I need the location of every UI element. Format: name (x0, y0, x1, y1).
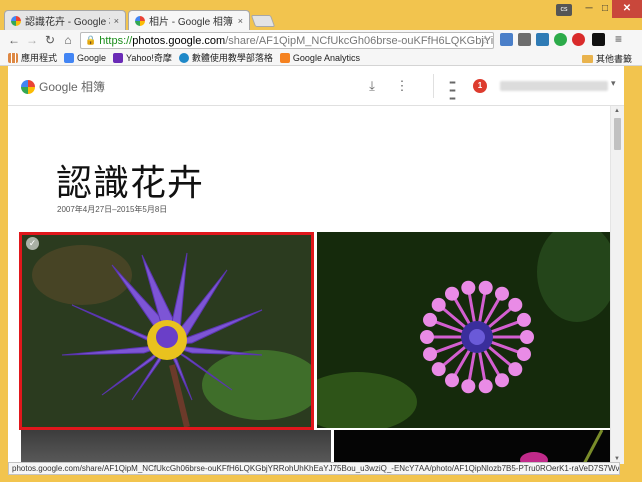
daisy-image (317, 232, 610, 428)
tab-title: 認識花卉 - Google 相簿 (25, 17, 110, 28)
close-tab-icon[interactable]: × (238, 16, 243, 26)
bookmark-label: 應用程式 (21, 53, 58, 63)
bottom-right-image (520, 430, 604, 464)
selected-check-icon[interactable]: ✓ (26, 237, 39, 250)
account-email-blurred[interactable] (500, 81, 608, 91)
close-tab-icon[interactable]: × (114, 16, 119, 26)
bookmark-apps[interactable]: 應用程式 (8, 51, 57, 64)
bookmark-label: Google Analytics (292, 52, 360, 63)
appbar-divider (433, 74, 434, 98)
bookmark-blog[interactable]: 數體使用教學部落格 (178, 51, 273, 64)
photos-favicon-icon (11, 15, 21, 26)
pinwheel-icon (21, 79, 35, 94)
analytics-icon (279, 52, 290, 63)
folder-icon (581, 54, 593, 63)
apps-grid-icon[interactable]: ▪▪▪ ▪▪▪ ▪▪▪ (444, 79, 460, 103)
google-g-icon (64, 52, 75, 63)
home-icon[interactable]: ⌂ (60, 32, 76, 48)
page-scrollbar[interactable]: ▲ ▼ (610, 106, 624, 464)
logo-text: Google 相簿 (39, 80, 106, 94)
water-lily-image (22, 235, 311, 427)
chrome-menu-icon[interactable]: ≡ (612, 33, 625, 46)
bookmark-star-icon[interactable]: ☆ (480, 33, 491, 47)
blog-icon (178, 52, 189, 63)
bookmark-google[interactable]: Google (64, 52, 107, 63)
download-icon[interactable]: ⤓ (364, 78, 380, 94)
green-extension-icon[interactable] (554, 33, 567, 46)
black-extension-icon[interactable] (592, 33, 605, 46)
tab-photo[interactable]: 相片 - Google 相簿 × (128, 10, 250, 30)
photos-favicon-icon (135, 15, 145, 26)
url-path: /share/AF1QipM_NCfUkcGh06brse-ouKFfH6LQK… (225, 34, 494, 47)
bookmark-analytics[interactable]: Google Analytics (279, 52, 360, 63)
url-host: photos.google.com (132, 34, 226, 47)
photos-app-bar: Google 相簿 ⤓ ⋮ ▪▪▪ ▪▪▪ ▪▪▪ 1 ▾ (8, 66, 624, 106)
lock-icon: 🔒 (85, 35, 97, 45)
maximize-button[interactable]: □ (598, 0, 612, 18)
yahoo-icon (113, 52, 124, 63)
bookmark-label: Yahoo!奇摩 (126, 53, 172, 63)
other-bookmarks[interactable]: 其他書籤 (581, 52, 632, 65)
back-icon[interactable]: ← (6, 32, 22, 48)
screenshot-extension-icon[interactable] (536, 33, 549, 46)
close-window-button[interactable]: ✕ (612, 0, 642, 18)
album-date-range: 2007年4月27日–2015年5月8日 (57, 205, 168, 214)
red-extension-icon[interactable] (572, 33, 585, 46)
other-bookmarks-label: 其他書籤 (595, 54, 632, 64)
bookmark-label: 數體使用教學部落格 (191, 53, 273, 63)
photo-water-lily[interactable]: ✓ (19, 232, 314, 430)
tab-title: 相片 - Google 相簿 (149, 17, 233, 28)
reload-icon[interactable]: ↻ (42, 32, 58, 48)
apps-grid-icon (8, 52, 18, 63)
page-viewport: Google 相簿 ⤓ ⋮ ▪▪▪ ▪▪▪ ▪▪▪ 1 ▾ 認識花卉 2007年4月… (8, 66, 624, 464)
tab-album[interactable]: 認識花卉 - Google 相簿 × (4, 10, 126, 30)
browser-toolbar: ← → ↻ ⌂ 🔒 https:// photos.google.com /sh… (0, 30, 642, 50)
translate-extension-icon[interactable] (500, 33, 513, 46)
account-caret-icon[interactable]: ▾ (611, 78, 616, 89)
url-scheme: https:// (99, 34, 133, 47)
notification-badge[interactable]: 1 (473, 79, 487, 93)
address-bar[interactable]: 🔒 https:// photos.google.com /share/AF1Q… (80, 32, 494, 49)
status-bar-url: photos.google.com/share/AF1QipM_NCfUkcGh… (8, 462, 620, 475)
album-title: 認識花卉 (56, 163, 205, 204)
bookmark-yahoo[interactable]: Yahoo!奇摩 (113, 51, 172, 64)
browser-window: 認識花卉 - Google 相簿 × 相片 - Google 相簿 × cs ─… (0, 0, 642, 482)
tab-strip: 認識花卉 - Google 相簿 × 相片 - Google 相簿 × cs ─… (0, 0, 642, 30)
bookmark-label: Google (77, 52, 107, 63)
bookmarks-bar: 應用程式 Google Yahoo!奇摩 數體使用教學部落格 Google An… (0, 50, 642, 66)
photo-bottom-right[interactable] (334, 430, 610, 464)
more-options-icon[interactable]: ⋮ (394, 78, 410, 94)
photo-pink-daisy[interactable] (317, 232, 610, 428)
new-tab-button[interactable] (250, 15, 276, 27)
scroll-up-icon[interactable]: ▲ (614, 108, 620, 114)
google-photos-logo[interactable]: Google 相簿 (21, 78, 105, 95)
photo-bottom-left[interactable] (21, 430, 331, 464)
minimize-button[interactable]: ─ (578, 0, 600, 18)
profile-badge[interactable]: cs (556, 4, 572, 16)
forward-icon[interactable]: → (24, 32, 40, 48)
dropper-extension-icon[interactable] (518, 33, 531, 46)
scroll-thumb[interactable] (614, 118, 621, 150)
